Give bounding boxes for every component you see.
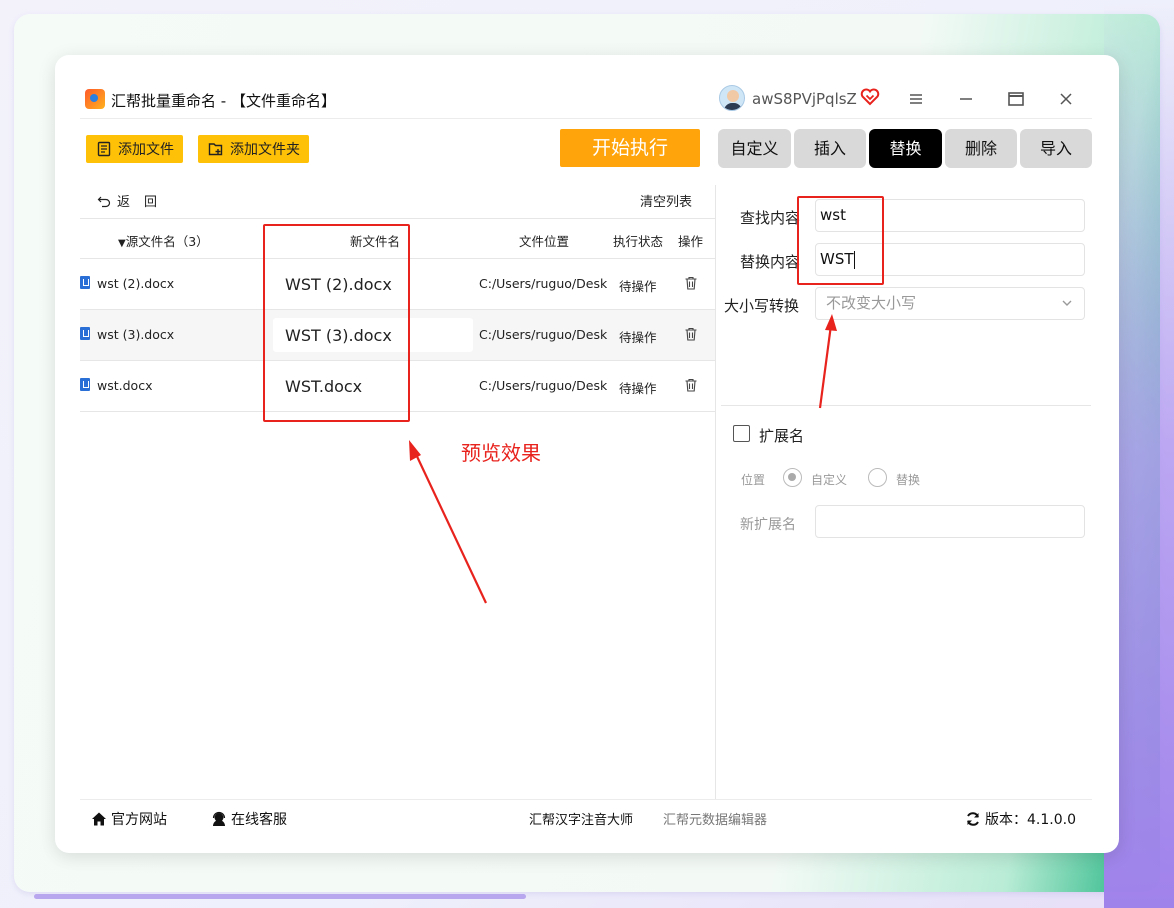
source-name: wst.docx xyxy=(97,378,153,393)
file-location: C:/Users/ruguo/Deskt xyxy=(479,327,607,342)
extension-checkbox[interactable] xyxy=(733,425,750,442)
source-name: wst (2).docx xyxy=(97,276,175,291)
back-icon xyxy=(97,196,111,207)
title-divider xyxy=(80,118,1092,119)
trash-icon[interactable] xyxy=(684,327,698,341)
footer-divider xyxy=(80,799,1092,800)
file-location: C:/Users/ruguo/Deskt xyxy=(479,378,607,393)
back-label: 返回 xyxy=(117,195,172,210)
tab-insert[interactable]: 插入 xyxy=(794,129,866,168)
extension-label: 扩展名 xyxy=(759,427,805,445)
sort-down-icon: ▼ xyxy=(118,238,126,249)
website-label: 官方网站 xyxy=(111,812,167,828)
home-icon xyxy=(92,812,106,826)
support-link[interactable]: 在线客服 xyxy=(211,809,287,829)
vip-heart-icon[interactable] xyxy=(860,87,880,107)
find-label: 查找内容 xyxy=(740,209,801,227)
headset-icon xyxy=(212,811,226,826)
list-divider xyxy=(80,218,715,219)
app-logo-icon xyxy=(85,89,105,109)
website-link[interactable]: 官方网站 xyxy=(91,809,167,829)
word-doc-icon xyxy=(80,378,90,391)
annotation-label: 预览效果 xyxy=(461,441,541,465)
clear-list-button[interactable]: 清空列表 xyxy=(640,191,692,210)
start-button[interactable]: 开始执行 xyxy=(560,129,700,167)
tab-replace[interactable]: 替换 xyxy=(869,129,942,168)
case-select[interactable]: 不改变大小写 xyxy=(815,287,1085,320)
new-extension-label: 新扩展名 xyxy=(740,517,796,533)
window-title: 汇帮批量重命名 - 【文件重命名】 xyxy=(111,92,336,110)
header-status: 执行状态 xyxy=(613,234,664,249)
row-status: 待操作 xyxy=(619,381,657,396)
chevron-down-icon xyxy=(1062,300,1072,306)
header-location: 文件位置 xyxy=(519,234,570,249)
avatar[interactable] xyxy=(719,85,745,111)
add-folder-button[interactable]: 添加文件夹 xyxy=(198,135,309,163)
refresh-icon xyxy=(967,812,979,826)
trash-icon[interactable] xyxy=(684,378,698,392)
footer-link-metadata[interactable]: 汇帮元数据编辑器 xyxy=(663,809,767,828)
section-divider xyxy=(721,405,1091,406)
new-extension-input[interactable] xyxy=(815,505,1085,538)
case-select-value: 不改变大小写 xyxy=(826,294,917,312)
footer-link-pinyin[interactable]: 汇帮汉字注音大师 xyxy=(529,809,633,828)
position-custom-label: 自定义 xyxy=(811,473,848,487)
tab-delete[interactable]: 删除 xyxy=(945,129,1017,168)
minimize-icon[interactable] xyxy=(955,88,977,110)
tab-import[interactable]: 导入 xyxy=(1020,129,1092,168)
add-folder-icon xyxy=(208,143,223,156)
word-doc-icon xyxy=(80,276,90,289)
position-custom-radio[interactable] xyxy=(783,468,802,487)
version-label: 版本：4.1.0.0 xyxy=(985,812,1076,828)
annotation-box-inputs xyxy=(797,196,884,285)
add-file-button[interactable]: 添加文件 xyxy=(86,135,183,163)
position-replace-radio[interactable] xyxy=(868,468,887,487)
source-name: wst (3).docx xyxy=(97,327,175,342)
case-label: 大小写转换 xyxy=(724,297,800,315)
header-source[interactable]: ▼源文件名（3） xyxy=(118,231,209,250)
menu-icon[interactable] xyxy=(905,88,927,110)
row-status: 待操作 xyxy=(619,279,657,294)
position-label: 位置 xyxy=(741,473,766,487)
word-doc-icon xyxy=(80,327,90,340)
username[interactable]: awS8PVjPqlsZ xyxy=(752,90,857,108)
add-file-label: 添加文件 xyxy=(118,142,174,158)
add-file-icon xyxy=(97,141,111,157)
header-action: 操作 xyxy=(678,234,704,249)
back-button[interactable]: 返回 xyxy=(97,191,171,210)
tab-custom[interactable]: 自定义 xyxy=(718,129,791,168)
version-info: 版本：4.1.0.0 xyxy=(965,809,1076,829)
replace-label: 替换内容 xyxy=(740,253,801,271)
trash-icon[interactable] xyxy=(684,276,698,290)
position-replace-label: 替换 xyxy=(896,473,921,487)
row-status: 待操作 xyxy=(619,330,657,345)
support-label: 在线客服 xyxy=(231,812,287,828)
file-location: C:/Users/ruguo/Deskt xyxy=(479,276,607,291)
close-icon[interactable] xyxy=(1055,88,1077,110)
annotation-box-preview xyxy=(263,224,410,422)
add-folder-label: 添加文件夹 xyxy=(230,142,300,158)
app-window: 汇帮批量重命名 - 【文件重命名】 awS8PVjPqlsZ 添加文件 添加文件… xyxy=(55,55,1119,853)
decorative-bar xyxy=(34,894,526,899)
title-bar: 汇帮批量重命名 - 【文件重命名】 awS8PVjPqlsZ xyxy=(55,55,1119,119)
header-source-label: 源文件名（3） xyxy=(125,234,209,249)
maximize-icon[interactable] xyxy=(1005,88,1027,110)
replace-settings-panel: 查找内容 wst 替换内容 WST 大小写转换 不改变大小写 扩展名 位置 自定… xyxy=(715,185,1119,799)
